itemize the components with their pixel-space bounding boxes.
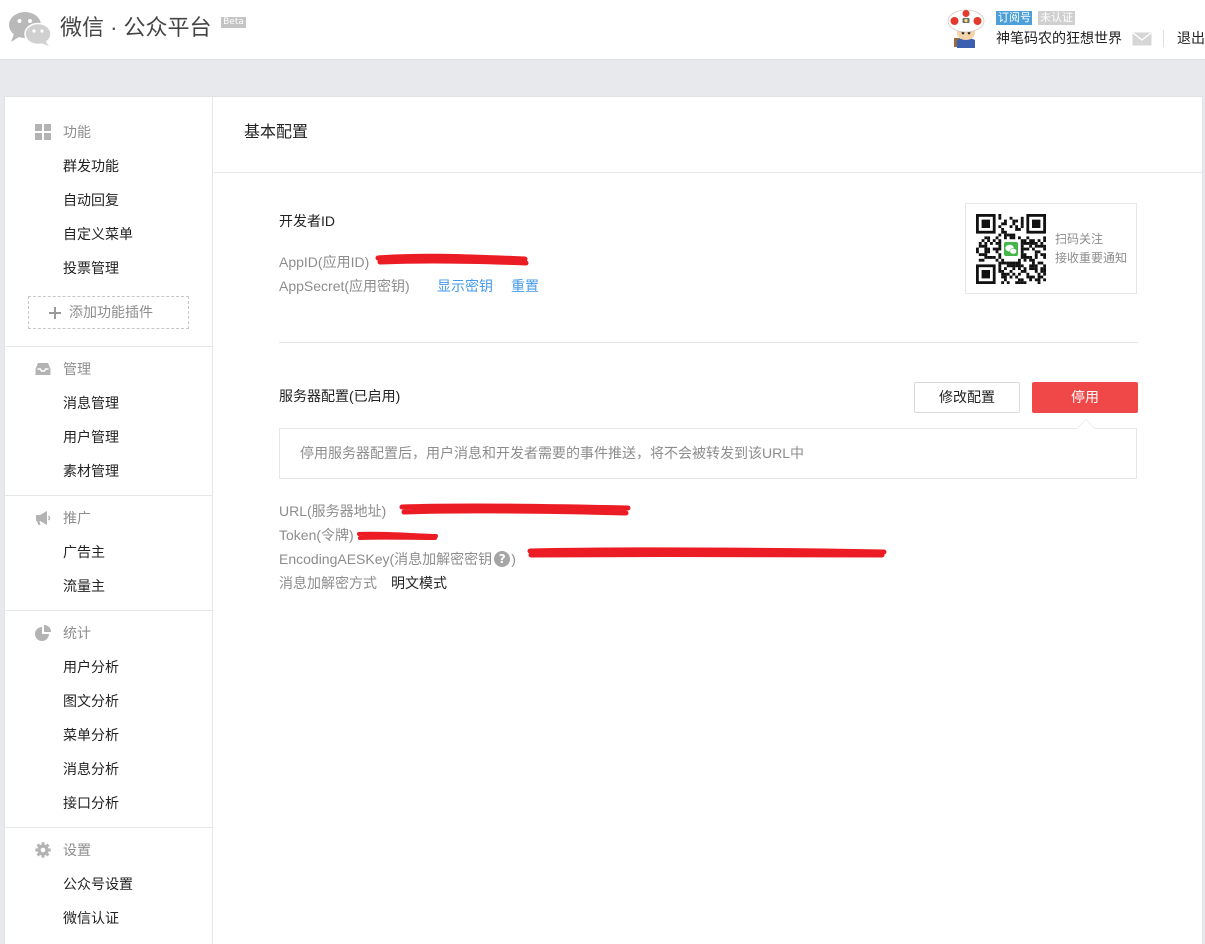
aeskey-label-end: ) bbox=[511, 551, 516, 567]
sidebar: 功能 群发功能 自动回复 自定义菜单 投票管理 添加功能插件 管理 消息管理 用… bbox=[5, 97, 213, 944]
appid-label: AppID(应用ID) bbox=[279, 254, 370, 270]
qr-code-image bbox=[976, 214, 1046, 284]
sidebar-section-promotion: 推广 广告主 流量主 bbox=[5, 495, 212, 610]
sidebar-item-mass-send[interactable]: 群发功能 bbox=[5, 149, 212, 183]
sidebar-item-auto-reply[interactable]: 自动回复 bbox=[5, 183, 212, 217]
server-config-title: 服务器配置(已启用) bbox=[279, 388, 401, 404]
qr-caption-line2: 接收重要通知 bbox=[1055, 251, 1128, 265]
disable-button[interactable]: 停用 bbox=[1032, 382, 1138, 413]
account-type-badge: 订阅号 bbox=[996, 11, 1032, 25]
mail-icon[interactable] bbox=[1132, 32, 1152, 46]
reset-secret-link[interactable]: 重置 bbox=[511, 276, 539, 296]
sidebar-heading-statistics: 统计 bbox=[5, 616, 212, 650]
account-name[interactable]: 神笔码农的狂想世界 bbox=[996, 29, 1122, 47]
content-frame: 功能 群发功能 自动回复 自定义菜单 投票管理 添加功能插件 管理 消息管理 用… bbox=[4, 96, 1203, 944]
logout-link[interactable]: 退出 bbox=[1177, 29, 1205, 47]
redacted-appid-value bbox=[375, 253, 529, 266]
aeskey-label-row: EncodingAESKey(消息加解密密钥 ? ) bbox=[279, 549, 516, 569]
platform-title[interactable]: 微信 · 公众平台 bbox=[60, 13, 212, 43]
sidebar-section-settings: 设置 公众号设置 微信认证 bbox=[5, 827, 212, 942]
beta-badge: Beta bbox=[221, 17, 246, 28]
page-title: 基本配置 bbox=[214, 97, 1202, 173]
sidebar-heading-label: 设置 bbox=[63, 842, 91, 858]
sidebar-heading-label: 功能 bbox=[63, 124, 91, 140]
encryption-mode-label: 消息加解密方式 bbox=[279, 575, 377, 591]
plus-icon bbox=[49, 307, 61, 319]
modify-config-button[interactable]: 修改配置 bbox=[914, 382, 1020, 413]
sidebar-item-wechat-verification[interactable]: 微信认证 bbox=[5, 901, 212, 935]
sidebar-item-custom-menu[interactable]: 自定义菜单 bbox=[5, 217, 212, 251]
wechat-logo-icon[interactable] bbox=[8, 10, 52, 46]
show-secret-link[interactable]: 显示密钥 bbox=[437, 276, 493, 296]
verification-badge[interactable]: 未认证 bbox=[1038, 11, 1075, 25]
sidebar-item-publisher[interactable]: 流量主 bbox=[5, 569, 212, 603]
sidebar-item-vote-management[interactable]: 投票管理 bbox=[5, 251, 212, 285]
appsecret-label: AppSecret(应用密钥) bbox=[279, 278, 410, 294]
sidebar-item-menu-analysis[interactable]: 菜单分析 bbox=[5, 718, 212, 752]
token-label: Token(令牌) bbox=[279, 527, 354, 543]
sidebar-item-article-analysis[interactable]: 图文分析 bbox=[5, 684, 212, 718]
encryption-mode-value: 明文模式 bbox=[391, 575, 447, 591]
sidebar-item-account-settings[interactable]: 公众号设置 bbox=[5, 867, 212, 901]
qr-caption-line1: 扫码关注 bbox=[1055, 232, 1104, 246]
sidebar-item-material-management[interactable]: 素材管理 bbox=[5, 454, 212, 488]
avatar[interactable] bbox=[946, 8, 986, 48]
help-icon[interactable]: ? bbox=[494, 551, 511, 567]
sidebar-section-management: 管理 消息管理 用户管理 素材管理 bbox=[5, 346, 212, 495]
sidebar-heading-features: 功能 bbox=[5, 115, 212, 149]
section-divider bbox=[279, 342, 1138, 343]
sidebar-heading-settings: 设置 bbox=[5, 833, 212, 867]
inbox-icon bbox=[35, 361, 51, 377]
aeskey-label: EncodingAESKey(消息加解密密钥 bbox=[279, 551, 493, 567]
redacted-aeskey-value bbox=[527, 547, 887, 558]
grid-icon bbox=[35, 124, 51, 140]
sidebar-section-features: 功能 群发功能 自动回复 自定义菜单 投票管理 添加功能插件 bbox=[5, 97, 212, 329]
sidebar-item-api-analysis[interactable]: 接口分析 bbox=[5, 786, 212, 820]
sidebar-item-advertiser[interactable]: 广告主 bbox=[5, 535, 212, 569]
megaphone-icon bbox=[35, 510, 51, 526]
redacted-url-value bbox=[399, 503, 631, 516]
add-plugin-button[interactable]: 添加功能插件 bbox=[28, 296, 189, 329]
url-label: URL(服务器地址) bbox=[279, 503, 387, 519]
redacted-token-value bbox=[357, 531, 438, 540]
sidebar-section-statistics: 统计 用户分析 图文分析 菜单分析 消息分析 接口分析 bbox=[5, 610, 212, 827]
disable-warning-tooltip: 停用服务器配置后，用户消息和开发者需要的事件推送，将不会被转发到该URL中 bbox=[279, 419, 1137, 479]
add-plugin-label: 添加功能插件 bbox=[69, 304, 153, 320]
top-header: 微信 · 公众平台 Beta 订阅号 未认证 神笔码农的狂想世界 退出 bbox=[0, 0, 1205, 60]
header-divider bbox=[1163, 30, 1164, 47]
gear-icon bbox=[35, 842, 51, 858]
sidebar-heading-promotion: 推广 bbox=[5, 501, 212, 535]
qr-follow-card: 扫码关注 接收重要通知 bbox=[965, 203, 1137, 294]
developer-id-title: 开发者ID bbox=[279, 213, 335, 229]
sidebar-heading-label: 统计 bbox=[63, 625, 91, 641]
sidebar-item-user-management[interactable]: 用户管理 bbox=[5, 420, 212, 454]
pie-chart-icon bbox=[35, 625, 51, 641]
sidebar-item-message-management[interactable]: 消息管理 bbox=[5, 386, 212, 420]
main-panel: 基本配置 开发者ID AppID(应用ID) AppSecret(应用密钥) 显… bbox=[214, 97, 1202, 944]
sidebar-item-message-analysis[interactable]: 消息分析 bbox=[5, 752, 212, 786]
sidebar-item-user-analysis[interactable]: 用户分析 bbox=[5, 650, 212, 684]
sidebar-heading-label: 推广 bbox=[63, 510, 91, 526]
sidebar-heading-label: 管理 bbox=[63, 361, 91, 377]
sidebar-heading-management: 管理 bbox=[5, 352, 212, 386]
